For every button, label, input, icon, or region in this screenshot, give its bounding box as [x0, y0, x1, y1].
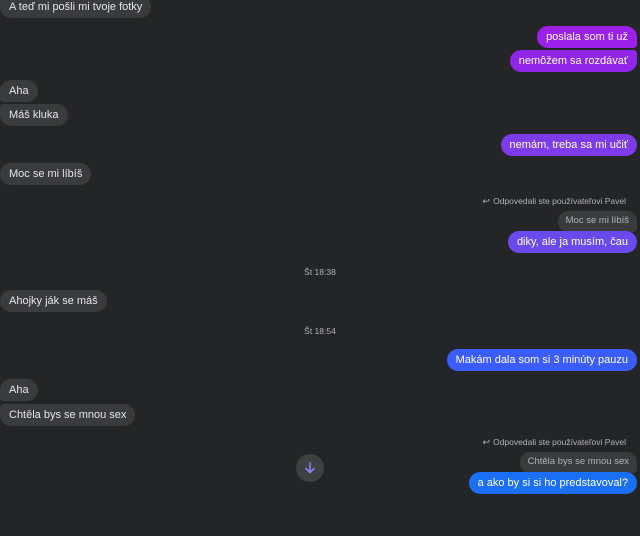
reply-arrow-icon: ↩ [482, 196, 491, 206]
reply-arrow-icon: ↩ [482, 437, 491, 447]
message-incoming[interactable]: Aha [0, 379, 38, 401]
message-incoming[interactable]: Chtěla bys se mnou sex [0, 404, 136, 426]
quoted-message[interactable]: Moc se mi líbíš [557, 211, 637, 232]
scroll-to-bottom-button[interactable] [296, 454, 324, 482]
message-incoming[interactable]: Aha [0, 80, 38, 102]
message-outgoing[interactable]: poslala som ti už [537, 26, 637, 48]
message-outgoing[interactable]: nemám, treba sa mi učiť [500, 134, 637, 156]
quoted-message[interactable]: Chtěla bys se mnou sex [519, 452, 637, 473]
reply-note-text: Odpovedali ste používateľovi Pavel [493, 437, 626, 447]
reply-note-text: Odpovedali ste používateľovi Pavel [493, 196, 626, 206]
reply-indicator: ↩ Odpovedali ste používateľovi Pavel [483, 195, 626, 207]
message-incoming[interactable]: Moc se mi líbíš [0, 163, 92, 185]
message-outgoing[interactable]: a ako by si si ho predstavoval? [468, 472, 637, 494]
message-incoming[interactable]: Ahojky ják se máš [0, 290, 107, 312]
message-outgoing[interactable]: Makám dala som si 3 minúty pauzu [446, 349, 637, 371]
timestamp: Št 18:54 [304, 326, 336, 336]
reply-indicator: ↩ Odpovedali ste používateľovi Pavel [483, 436, 626, 448]
message-incoming[interactable]: Máš kluka [0, 104, 68, 126]
timestamp: Št 18:38 [304, 267, 336, 277]
message-outgoing[interactable]: nemôžem sa rozdávať [509, 50, 637, 72]
message-outgoing[interactable]: diky, ale ja musím, čau [507, 231, 637, 253]
arrow-down-icon [305, 462, 315, 474]
message-incoming[interactable]: A teď mi pošli mi tvoje fotky [0, 0, 152, 18]
